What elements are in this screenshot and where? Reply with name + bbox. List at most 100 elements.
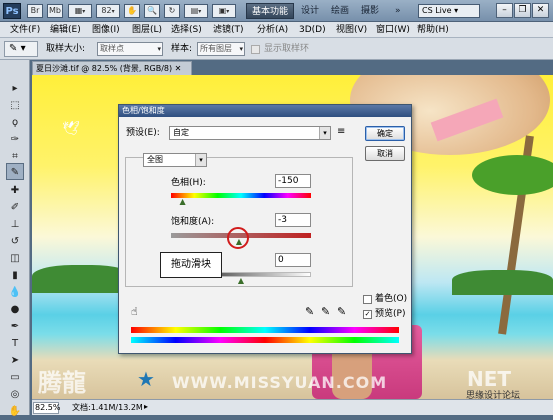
- menu-3d[interactable]: 3D(D): [295, 22, 330, 38]
- workspace-photography[interactable]: 摄影: [356, 3, 384, 19]
- watermark-left: 腾龍: [38, 369, 86, 397]
- eyedropper-icon[interactable]: ✎: [305, 305, 314, 318]
- more-workspaces-icon[interactable]: »: [390, 3, 406, 19]
- hue-slider-track[interactable]: [171, 193, 311, 198]
- history-brush-tool-icon[interactable]: ↺: [6, 233, 24, 250]
- preview-checkbox[interactable]: ✓: [363, 310, 372, 319]
- screen-mode-icon[interactable]: ▣▾: [212, 4, 236, 18]
- hand-tool-icon[interactable]: ✋: [124, 4, 140, 18]
- preview-label: 预览(P): [375, 309, 406, 319]
- quick-select-tool-icon[interactable]: ✑: [6, 131, 24, 148]
- path-select-tool-icon[interactable]: ➤: [6, 352, 24, 369]
- minibridge-icon[interactable]: Mb: [47, 4, 63, 18]
- preset-select[interactable]: 自定 ▾: [169, 126, 331, 140]
- hand-tool-icon[interactable]: ✋: [6, 403, 24, 420]
- hue-saturation-dialog: 色相/饱和度 预设(E): 自定 ▾ ≡ 确定 取消 全图 ▾ 色相(H): -15…: [118, 104, 412, 354]
- lightness-input[interactable]: 0: [275, 253, 311, 267]
- saturation-input[interactable]: -3: [275, 213, 311, 227]
- channel-value: 全图: [147, 155, 163, 164]
- zoom-field[interactable]: 82.5%: [33, 402, 60, 414]
- hue-label: 色相(H):: [171, 178, 206, 188]
- gradient-tool-icon[interactable]: ▮: [6, 267, 24, 284]
- sample-label: 样本:: [171, 44, 193, 54]
- status-menu-icon[interactable]: ▸: [144, 402, 148, 411]
- menu-image[interactable]: 图像(I): [88, 22, 124, 38]
- dodge-tool-icon[interactable]: ●: [6, 301, 24, 318]
- sample-size-select[interactable]: 取样点 ▾: [97, 42, 163, 56]
- dialog-title: 色相/饱和度: [119, 105, 411, 117]
- zoom-tool-icon[interactable]: 🔍: [144, 4, 160, 18]
- callout-box: 拖动滑块: [160, 252, 222, 278]
- cs-live-button[interactable]: CS Live ▾: [418, 4, 480, 18]
- chevron-down-icon: ▾: [157, 45, 161, 53]
- lightness-slider-thumb[interactable]: ▲: [237, 277, 245, 285]
- colorize-checkbox[interactable]: [363, 295, 372, 304]
- saturation-label: 饱和度(A):: [171, 217, 215, 227]
- show-ring-label: 显示取样环: [264, 44, 310, 54]
- output-color-bar: [131, 337, 399, 343]
- eyedropper-tool-icon[interactable]: ✎: [6, 163, 24, 180]
- tools-panel: ▸ ⬚ ϙ ✑ ⌗ ✎ ✚ ✐ ⊥ ↺ ◫ ▮ 💧 ● ✒ T ➤ ▭ ◎ ✋: [0, 60, 30, 417]
- restore-button[interactable]: ❐: [514, 3, 531, 18]
- workspace-design[interactable]: 设计: [296, 3, 324, 19]
- menu-analysis[interactable]: 分析(A): [253, 22, 292, 38]
- document-tab[interactable]: 夏日沙滩.tif @ 82.5% (背景, RGB/8) ✕: [32, 61, 192, 75]
- ok-button[interactable]: 确定: [365, 126, 405, 141]
- guides-icon[interactable]: ▦▾: [68, 4, 92, 18]
- marquee-tool-icon[interactable]: ⬚: [6, 97, 24, 114]
- arrange-documents-icon[interactable]: ▤▾: [184, 4, 208, 18]
- shape-tool-icon[interactable]: ▭: [6, 369, 24, 386]
- cancel-button[interactable]: 取消: [365, 146, 405, 161]
- tool-preset-picker[interactable]: ✎ ▾: [4, 41, 38, 57]
- channel-select[interactable]: 全图 ▾: [143, 153, 207, 167]
- close-button[interactable]: ✕: [532, 3, 549, 18]
- watermark-center: WWW.MISSYUAN.COM: [172, 373, 388, 392]
- menu-layer[interactable]: 图层(L): [128, 22, 166, 38]
- type-tool-icon[interactable]: T: [6, 335, 24, 352]
- menu-file[interactable]: 文件(F): [6, 22, 44, 38]
- eyedropper-add-icon[interactable]: ✎: [321, 305, 330, 318]
- preset-options-icon[interactable]: ≡: [337, 126, 345, 137]
- lasso-tool-icon[interactable]: ϙ: [6, 114, 24, 131]
- workspace-painting[interactable]: 绘画: [326, 3, 354, 19]
- brush-tool-icon[interactable]: ✐: [6, 199, 24, 216]
- starfish-image: ★: [137, 367, 155, 391]
- menu-window[interactable]: 窗口(W): [372, 22, 414, 38]
- menu-filter[interactable]: 滤镜(T): [209, 22, 248, 38]
- zoom-level-menu[interactable]: 82▾: [96, 4, 120, 18]
- bridge-icon[interactable]: Br: [27, 4, 43, 18]
- rotate-view-icon[interactable]: ↻: [164, 4, 180, 18]
- menu-view[interactable]: 视图(V): [332, 22, 371, 38]
- targeted-adjustment-icon[interactable]: ☝: [131, 305, 138, 318]
- clone-stamp-tool-icon[interactable]: ⊥: [6, 216, 24, 233]
- show-ring-checkbox[interactable]: [251, 45, 260, 54]
- blur-tool-icon[interactable]: 💧: [6, 284, 24, 301]
- move-tool-icon[interactable]: ▸: [6, 80, 24, 97]
- sample-select[interactable]: 所有图层 ▾: [197, 42, 245, 56]
- menu-select[interactable]: 选择(S): [167, 22, 206, 38]
- tree-line-image: [32, 265, 132, 293]
- menu-help[interactable]: 帮助(H): [413, 22, 453, 38]
- menu-bar: 文件(F) 编辑(E) 图像(I) 图层(L) 选择(S) 滤镜(T) 分析(A…: [0, 22, 553, 38]
- hue-slider-thumb[interactable]: ▲: [179, 198, 187, 206]
- sample-size-label: 取样大小:: [46, 44, 86, 54]
- eyedropper-subtract-icon[interactable]: ✎: [337, 305, 346, 318]
- pen-tool-icon[interactable]: ✒: [6, 318, 24, 335]
- colorize-label: 着色(O): [375, 294, 408, 304]
- sample-size-value: 取样点: [100, 44, 124, 53]
- eraser-tool-icon[interactable]: ◫: [6, 250, 24, 267]
- eyedropper-icon: ✎: [9, 43, 18, 54]
- input-color-bar: [131, 327, 399, 333]
- workspace-essentials[interactable]: 基本功能: [246, 3, 295, 19]
- sample-value: 所有图层: [200, 44, 232, 53]
- palm-leaves-image: [472, 155, 553, 195]
- 3d-rotate-tool-icon[interactable]: ◎: [6, 386, 24, 403]
- hue-input[interactable]: -150: [275, 174, 311, 188]
- preset-value: 自定: [173, 128, 189, 137]
- photoshop-logo: Ps: [3, 3, 21, 19]
- watermark-right: 思缘设计论坛: [466, 391, 521, 399]
- healing-brush-tool-icon[interactable]: ✚: [6, 182, 24, 199]
- chevron-down-icon: ▾: [319, 127, 330, 139]
- minimize-button[interactable]: –: [496, 3, 513, 18]
- menu-edit[interactable]: 编辑(E): [46, 22, 85, 38]
